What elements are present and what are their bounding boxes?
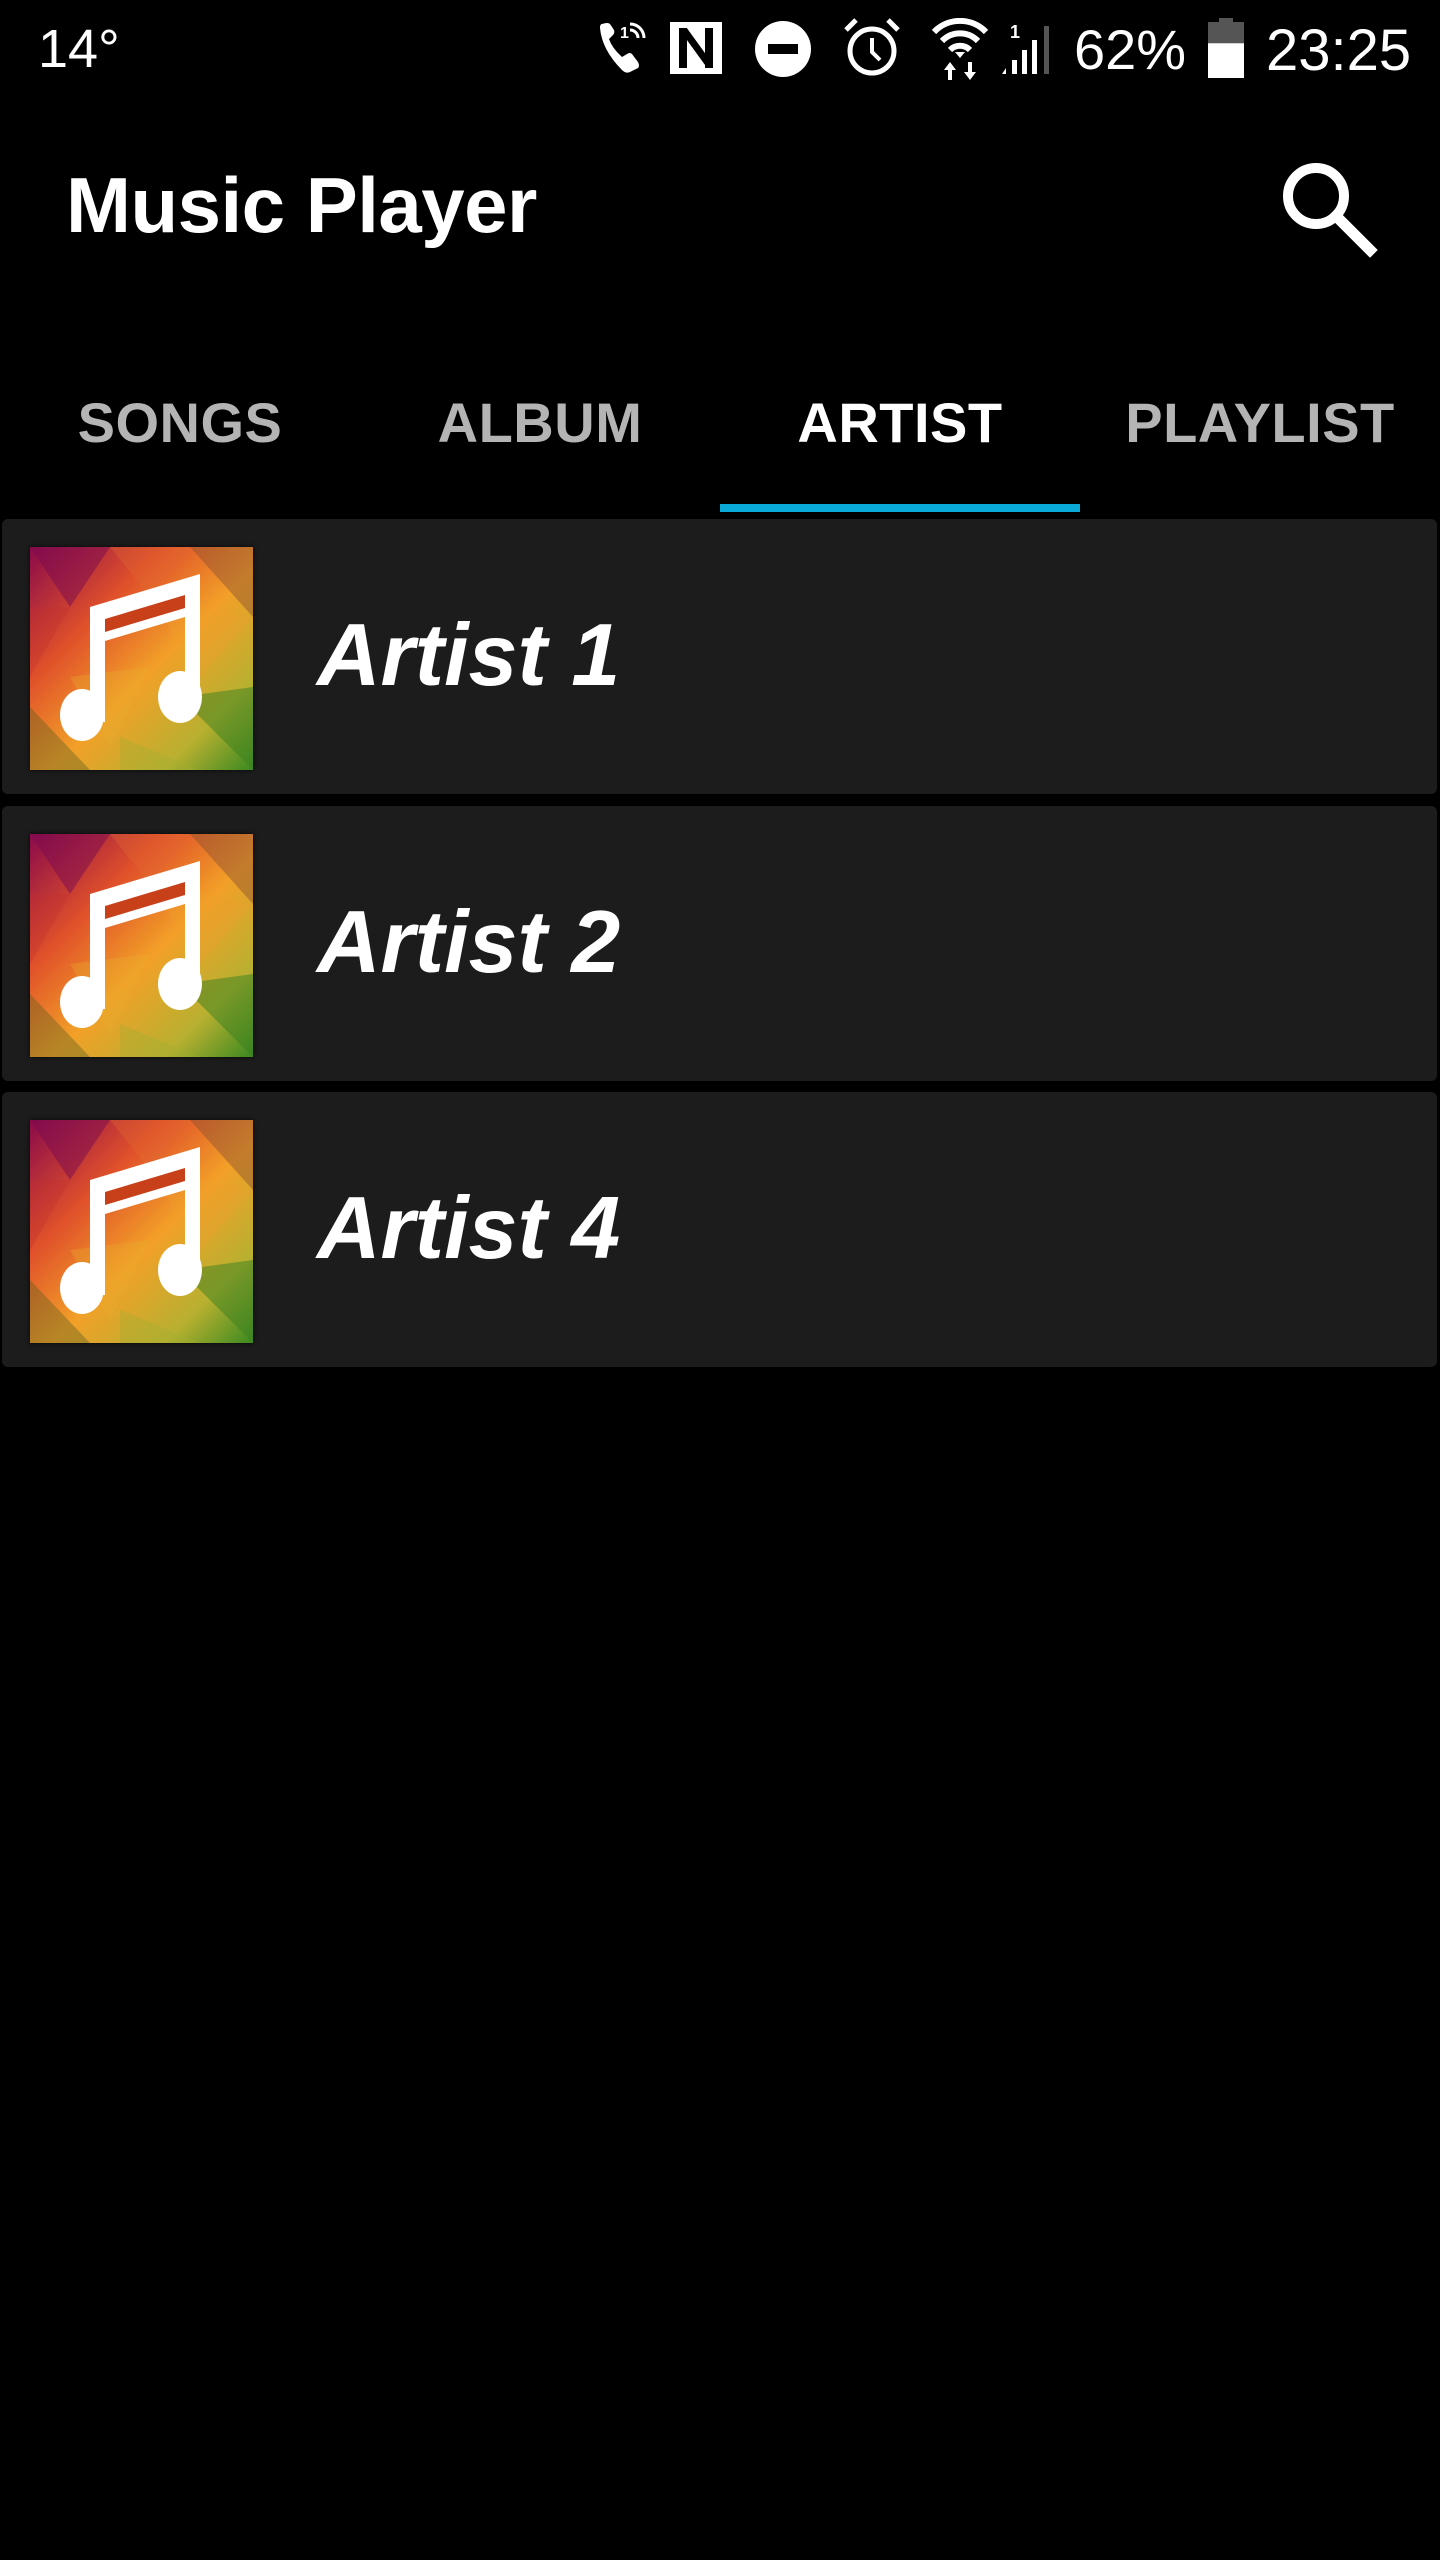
album-art	[30, 834, 253, 1057]
wifi-calling-icon: 1	[600, 22, 646, 73]
artist-name: Artist 1	[317, 605, 621, 704]
tab-indicator	[720, 504, 1080, 512]
artist-name: Artist 2	[317, 892, 621, 991]
list-item[interactable]: Artist 4	[2, 1092, 1437, 1367]
music-note-icon	[30, 1120, 253, 1343]
album-art	[30, 547, 253, 770]
page-title: Music Player	[66, 161, 537, 249]
list-item[interactable]: Artist 2	[2, 806, 1437, 1081]
tab-label: SONGS	[77, 391, 283, 454]
wifi-icon	[931, 18, 989, 80]
cellular-signal-icon: 1	[1002, 22, 1049, 74]
tab-artist[interactable]: ARTIST	[720, 380, 1080, 512]
music-note-icon	[30, 834, 253, 1057]
clock: 23:25	[1266, 18, 1412, 83]
battery-icon	[1208, 18, 1244, 78]
svg-text:1: 1	[1010, 22, 1020, 42]
search-icon	[1283, 163, 1378, 258]
svg-text:1: 1	[620, 25, 629, 42]
tab-playlist[interactable]: PLAYLIST	[1080, 380, 1440, 512]
nfc-icon	[670, 22, 722, 74]
artist-name: Artist 4	[317, 1178, 621, 1277]
tab-label: ALBUM	[437, 391, 643, 454]
tab-label: ARTIST	[797, 391, 1003, 454]
tab-songs[interactable]: SONGS	[0, 380, 360, 512]
list-item[interactable]: Artist 1	[2, 519, 1437, 794]
tab-album[interactable]: ALBUM	[360, 380, 720, 512]
music-note-icon	[30, 547, 253, 770]
battery-percentage: 62%	[1074, 18, 1187, 81]
weather-temperature: 14°	[38, 19, 120, 79]
alarm-icon	[844, 18, 900, 76]
tab-label: PLAYLIST	[1125, 391, 1395, 454]
do-not-disturb-icon	[755, 21, 811, 77]
search-button[interactable]	[1270, 150, 1384, 264]
album-art	[30, 1120, 253, 1343]
